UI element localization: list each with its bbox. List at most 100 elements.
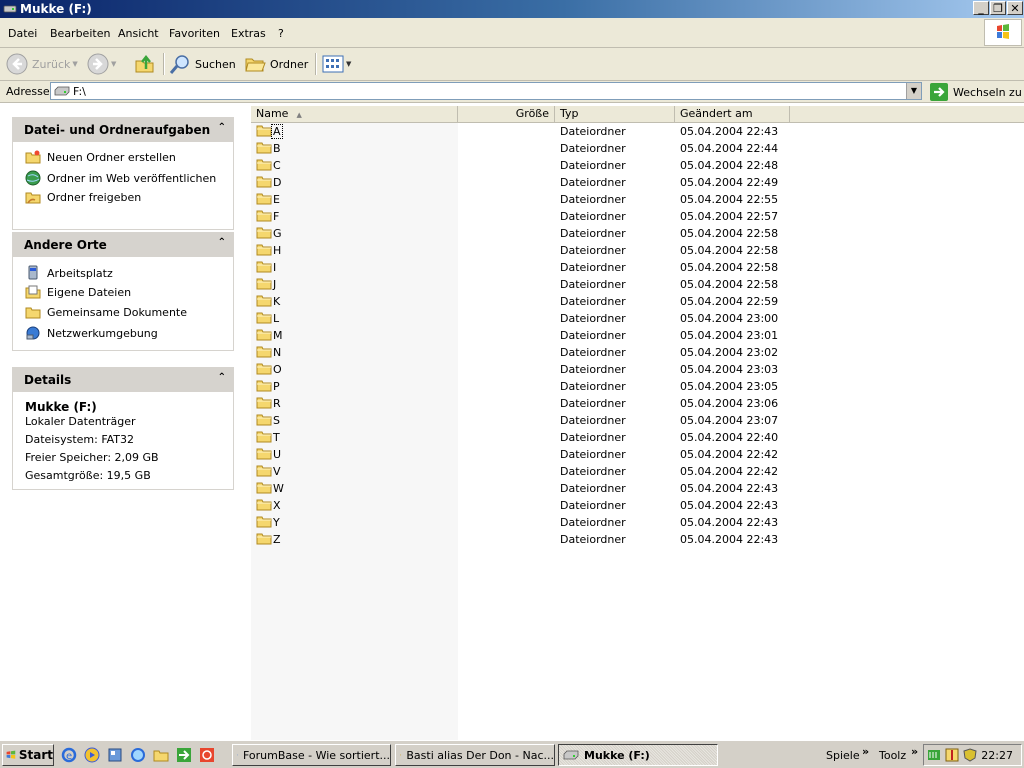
- back-arrow-icon: [6, 53, 28, 75]
- quicklaunch-folder-icon[interactable]: [153, 747, 169, 763]
- up-folder-button[interactable]: [134, 52, 156, 76]
- file-modified: 05.04.2004 23:02: [680, 346, 779, 359]
- file-type: Dateiordner: [560, 261, 626, 274]
- file-row[interactable]: T Dateiordner 05.04.2004 22:40: [251, 429, 1024, 446]
- menu-view[interactable]: Ansicht: [118, 27, 159, 40]
- file-row[interactable]: R Dateiordner 05.04.2004 23:06: [251, 395, 1024, 412]
- file-row[interactable]: X Dateiordner 05.04.2004 22:43: [251, 497, 1024, 514]
- file-row[interactable]: M Dateiordner 05.04.2004 23:01: [251, 327, 1024, 344]
- file-row[interactable]: J Dateiordner 05.04.2004 22:58: [251, 276, 1024, 293]
- column-header-name[interactable]: Name ▲: [251, 106, 458, 122]
- quicklaunch-power-icon[interactable]: [199, 747, 215, 763]
- file-row[interactable]: H Dateiordner 05.04.2004 22:58: [251, 242, 1024, 259]
- back-dropdown-icon[interactable]: ▼: [72, 60, 77, 68]
- panel-header[interactable]: Datei- und Ordneraufgaben ⌃: [12, 117, 234, 142]
- file-row[interactable]: G Dateiordner 05.04.2004 22:58: [251, 225, 1024, 242]
- folders-button[interactable]: Ordner: [244, 52, 308, 76]
- minimize-button[interactable]: _: [973, 1, 989, 15]
- taskbar-button-label: Basti alias Der Don - Nac...: [406, 748, 554, 762]
- file-row[interactable]: K Dateiordner 05.04.2004 22:59: [251, 293, 1024, 310]
- quicklaunch-explorer-icon[interactable]: [107, 747, 123, 763]
- menu-edit[interactable]: Bearbeiten: [50, 27, 110, 40]
- maximize-button[interactable]: ❐: [990, 1, 1006, 15]
- panel-header[interactable]: Andere Orte ⌃: [12, 232, 234, 257]
- menu-favorites[interactable]: Favoriten: [169, 27, 220, 40]
- file-row[interactable]: B Dateiordner 05.04.2004 22:44: [251, 140, 1024, 157]
- file-row[interactable]: Z Dateiordner 05.04.2004 22:43: [251, 531, 1024, 548]
- task-link-share-folder[interactable]: Ordner freigeben: [25, 190, 141, 204]
- panel-header[interactable]: Details ⌃: [12, 367, 234, 392]
- collapse-icon[interactable]: ⌃: [218, 372, 226, 383]
- file-name: O: [273, 363, 282, 376]
- folder-icon: [256, 363, 272, 375]
- view-button[interactable]: ▼: [322, 52, 351, 76]
- taskbar-button-forumbase[interactable]: e ForumBase - Wie sortiert...: [232, 744, 391, 766]
- toolbar-games-chevron[interactable]: »: [862, 745, 869, 758]
- file-row[interactable]: O Dateiordner 05.04.2004 23:03: [251, 361, 1024, 378]
- file-row[interactable]: F Dateiordner 05.04.2004 22:57: [251, 208, 1024, 225]
- address-input[interactable]: F:\ ▼: [50, 82, 922, 100]
- view-dropdown-icon[interactable]: ▼: [346, 60, 351, 68]
- file-row[interactable]: N Dateiordner 05.04.2004 23:02: [251, 344, 1024, 361]
- column-header-type[interactable]: Typ: [555, 106, 675, 122]
- file-row[interactable]: V Dateiordner 05.04.2004 22:42: [251, 463, 1024, 480]
- file-row[interactable]: Y Dateiordner 05.04.2004 22:43: [251, 514, 1024, 531]
- quicklaunch-media-player-icon[interactable]: [84, 747, 100, 763]
- file-row[interactable]: P Dateiordner 05.04.2004 23:05: [251, 378, 1024, 395]
- quicklaunch-ie-icon[interactable]: e: [61, 747, 77, 763]
- file-row[interactable]: E Dateiordner 05.04.2004 22:55: [251, 191, 1024, 208]
- forward-dropdown-icon[interactable]: ▼: [111, 60, 116, 68]
- menu-help[interactable]: ?: [278, 27, 284, 40]
- collapse-icon[interactable]: ⌃: [218, 122, 226, 133]
- folder-icon-wrapper: [256, 294, 272, 310]
- file-row[interactable]: I Dateiordner 05.04.2004 22:58: [251, 259, 1024, 276]
- quicklaunch-browser-icon[interactable]: [130, 747, 146, 763]
- file-row[interactable]: S Dateiordner 05.04.2004 23:07: [251, 412, 1024, 429]
- place-link-my-computer[interactable]: Arbeitsplatz: [25, 265, 113, 281]
- close-button[interactable]: ✕: [1007, 1, 1023, 15]
- up-folder-icon: [135, 54, 154, 73]
- folder-icon: [256, 193, 272, 205]
- windows-logo-icon: [984, 19, 1022, 46]
- menu-extras[interactable]: Extras: [231, 27, 266, 40]
- taskbar-button-label: ForumBase - Wie sortiert...: [242, 748, 390, 762]
- collapse-icon[interactable]: ⌃: [218, 237, 226, 248]
- file-type: Dateiordner: [560, 499, 626, 512]
- place-link-shared-documents[interactable]: Gemeinsame Dokumente: [25, 305, 187, 319]
- start-button[interactable]: Start: [2, 744, 54, 766]
- computer-icon: [28, 265, 38, 280]
- place-link-network[interactable]: Netzwerkumgebung: [25, 325, 158, 341]
- column-header-modified[interactable]: Geändert am: [675, 106, 790, 122]
- back-button[interactable]: Zurück ▼: [6, 52, 78, 76]
- toolbar-tools-chevron[interactable]: »: [911, 745, 918, 758]
- file-row[interactable]: D Dateiordner 05.04.2004 22:49: [251, 174, 1024, 191]
- folder-icon: [256, 329, 272, 341]
- task-link-publish-web[interactable]: Ordner im Web veröffentlichen: [25, 170, 216, 186]
- search-button[interactable]: Suchen: [169, 52, 236, 76]
- toolbar-tools-label[interactable]: Toolz: [879, 749, 906, 762]
- task-link-new-folder[interactable]: Neuen Ordner erstellen: [25, 150, 176, 164]
- forward-button[interactable]: ▼: [87, 52, 116, 76]
- file-modified: 05.04.2004 22:42: [680, 465, 779, 478]
- column-header-size[interactable]: Größe: [458, 106, 555, 122]
- file-row[interactable]: A Dateiordner 05.04.2004 22:43: [251, 123, 1024, 140]
- tray-app-icon[interactable]: [945, 748, 959, 762]
- file-modified: 05.04.2004 22:40: [680, 431, 779, 444]
- taskbar-button-basti[interactable]: Basti alias Der Don - Nac...: [395, 744, 555, 766]
- file-row[interactable]: C Dateiordner 05.04.2004 22:48: [251, 157, 1024, 174]
- quicklaunch-arrow-icon[interactable]: [176, 747, 192, 763]
- go-button[interactable]: Wechseln zu: [930, 83, 1022, 101]
- place-link-my-documents[interactable]: Eigene Dateien: [25, 285, 131, 299]
- file-name: P: [273, 380, 280, 393]
- file-row[interactable]: W Dateiordner 05.04.2004 22:43: [251, 480, 1024, 497]
- file-row[interactable]: U Dateiordner 05.04.2004 22:42: [251, 446, 1024, 463]
- tray-network-icon[interactable]: [927, 748, 941, 762]
- file-row[interactable]: L Dateiordner 05.04.2004 23:00: [251, 310, 1024, 327]
- taskbar-button-mukke[interactable]: Mukke (F:): [558, 744, 718, 766]
- file-name: N: [273, 346, 282, 359]
- menu-file[interactable]: Datei: [8, 27, 37, 40]
- tray-security-icon[interactable]: [963, 748, 977, 762]
- file-type: Dateiordner: [560, 210, 626, 223]
- toolbar-games-label[interactable]: Spiele: [826, 749, 860, 762]
- address-dropdown-icon[interactable]: ▼: [906, 83, 921, 99]
